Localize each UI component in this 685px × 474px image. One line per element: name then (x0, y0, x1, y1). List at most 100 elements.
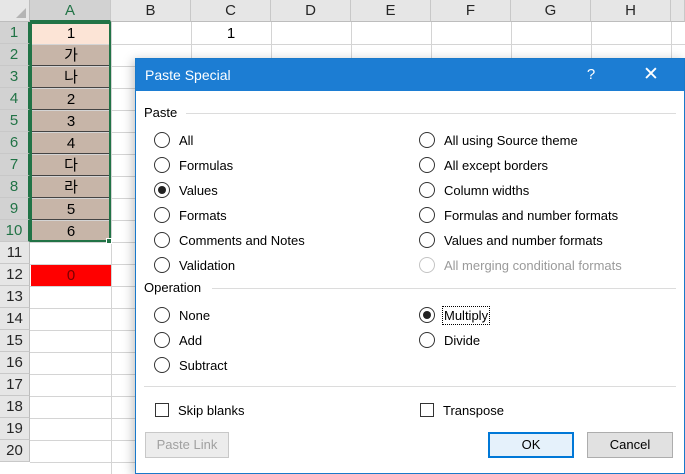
row-header-15[interactable]: 15 (0, 330, 30, 352)
radio-operation-add[interactable]: Add (154, 330, 202, 350)
radio-label: Formulas (179, 157, 234, 173)
radio-paste-source-theme[interactable]: All using Source theme (419, 130, 578, 150)
radio-label: Multiply (441, 305, 491, 325)
radio-label: All (179, 132, 194, 148)
row-header-5[interactable]: 5 (0, 110, 30, 132)
gridline (111, 22, 112, 474)
radio-label: Add (179, 332, 203, 348)
operation-group-label: Operation (144, 280, 202, 295)
row-header-4[interactable]: 4 (0, 88, 30, 110)
radio-label: All except borders (444, 157, 549, 173)
radio-paste-values[interactable]: Values (154, 180, 218, 200)
radio-circle[interactable] (419, 182, 435, 198)
row-header-8[interactable]: 8 (0, 176, 30, 198)
radio-circle-selected[interactable] (419, 307, 435, 323)
radio-label: All merging conditional formats (444, 257, 622, 273)
radio-paste-values-number-formats[interactable]: Values and number formats (419, 230, 603, 250)
column-header-e[interactable]: E (351, 0, 431, 22)
column-header-b[interactable]: B (111, 0, 191, 22)
row-header-18[interactable]: 18 (0, 396, 30, 418)
fill-handle[interactable] (106, 238, 112, 244)
row-header-6[interactable]: 6 (0, 132, 30, 154)
checkbox-box[interactable] (155, 403, 169, 417)
row-header-7[interactable]: 7 (0, 154, 30, 176)
cancel-button[interactable]: Cancel (587, 432, 673, 458)
gridline (30, 44, 685, 45)
radio-circle[interactable] (154, 332, 170, 348)
radio-paste-all[interactable]: All (154, 130, 193, 150)
column-header-d[interactable]: D (271, 0, 351, 22)
radio-paste-except-borders[interactable]: All except borders (419, 155, 548, 175)
row-header-1[interactable]: 1 (0, 22, 30, 44)
cell-c1[interactable]: 1 (191, 23, 271, 44)
radio-operation-divide[interactable]: Divide (419, 330, 480, 350)
selection-range-border (30, 22, 111, 242)
group-divider (212, 288, 676, 289)
checkbox-label: Skip blanks (178, 402, 245, 418)
help-icon[interactable]: ? (574, 59, 608, 91)
radio-operation-multiply[interactable]: Multiply (419, 305, 491, 325)
close-icon[interactable]: ✕ (634, 59, 668, 91)
radio-label: Values and number formats (444, 232, 603, 248)
row-header-9[interactable]: 9 (0, 198, 30, 220)
row-header-16[interactable]: 16 (0, 352, 30, 374)
dialog-titlebar[interactable]: Paste Special ? ✕ (136, 59, 684, 91)
paste-link-button: Paste Link (145, 432, 229, 458)
row-header-19[interactable]: 19 (0, 418, 30, 440)
radio-label: Comments and Notes (179, 232, 305, 248)
radio-circle[interactable] (419, 232, 435, 248)
column-header-g[interactable]: G (511, 0, 591, 22)
row-header-3[interactable]: 3 (0, 66, 30, 88)
radio-operation-none[interactable]: None (154, 305, 210, 325)
radio-circle[interactable] (419, 207, 435, 223)
radio-circle[interactable] (154, 357, 170, 373)
column-header-h[interactable]: H (591, 0, 671, 22)
checkbox-box[interactable] (420, 403, 434, 417)
column-header-f[interactable]: F (431, 0, 511, 22)
ok-button[interactable]: OK (488, 432, 574, 458)
radio-circle[interactable] (154, 257, 170, 273)
row-header-17[interactable]: 17 (0, 374, 30, 396)
radio-paste-formats[interactable]: Formats (154, 205, 227, 225)
row-header-14[interactable]: 14 (0, 308, 30, 330)
radio-circle[interactable] (419, 332, 435, 348)
checkbox-label: Transpose (443, 402, 504, 418)
radio-label: Validation (179, 257, 236, 273)
group-divider (144, 386, 676, 387)
radio-circle[interactable] (419, 132, 435, 148)
radio-paste-formulas[interactable]: Formulas (154, 155, 233, 175)
radio-circle[interactable] (154, 207, 170, 223)
radio-circle[interactable] (154, 157, 170, 173)
radio-circle-disabled (419, 257, 435, 273)
column-header-i[interactable] (671, 0, 685, 22)
radio-circle-selected[interactable] (154, 182, 170, 198)
checkbox-transpose[interactable]: Transpose (420, 400, 504, 420)
radio-paste-column-widths[interactable]: Column widths (419, 180, 529, 200)
column-header-a[interactable]: A (30, 0, 111, 22)
column-header-c[interactable]: C (191, 0, 271, 22)
row-header-11[interactable]: 11 (0, 242, 30, 264)
select-all-corner[interactable] (0, 0, 30, 22)
radio-paste-formulas-number-formats[interactable]: Formulas and number formats (419, 205, 618, 225)
row-header-12[interactable]: 12 (0, 264, 30, 286)
radio-circle[interactable] (419, 157, 435, 173)
row-header-10[interactable]: 10 (0, 220, 30, 242)
cell-a12[interactable]: 0 (31, 265, 111, 286)
checkbox-skip-blanks[interactable]: Skip blanks (155, 400, 244, 420)
radio-circle[interactable] (154, 307, 170, 323)
row-header-2[interactable]: 2 (0, 44, 30, 66)
paste-group-label: Paste (144, 105, 178, 120)
radio-label: None (179, 307, 211, 323)
radio-paste-comments-notes[interactable]: Comments and Notes (154, 230, 305, 250)
radio-circle[interactable] (154, 132, 170, 148)
radio-paste-validation[interactable]: Validation (154, 255, 235, 275)
radio-label: Values (179, 182, 218, 198)
group-divider (186, 113, 676, 114)
row-header-20[interactable]: 20 (0, 440, 30, 462)
row-header-13[interactable]: 13 (0, 286, 30, 308)
radio-circle[interactable] (154, 232, 170, 248)
radio-label: Formats (179, 207, 227, 223)
paste-special-dialog: Paste Special ? ✕ Paste All Formulas Val… (135, 58, 685, 474)
radio-paste-merging-conditional-formats: All merging conditional formats (419, 255, 622, 275)
radio-operation-subtract[interactable]: Subtract (154, 355, 227, 375)
